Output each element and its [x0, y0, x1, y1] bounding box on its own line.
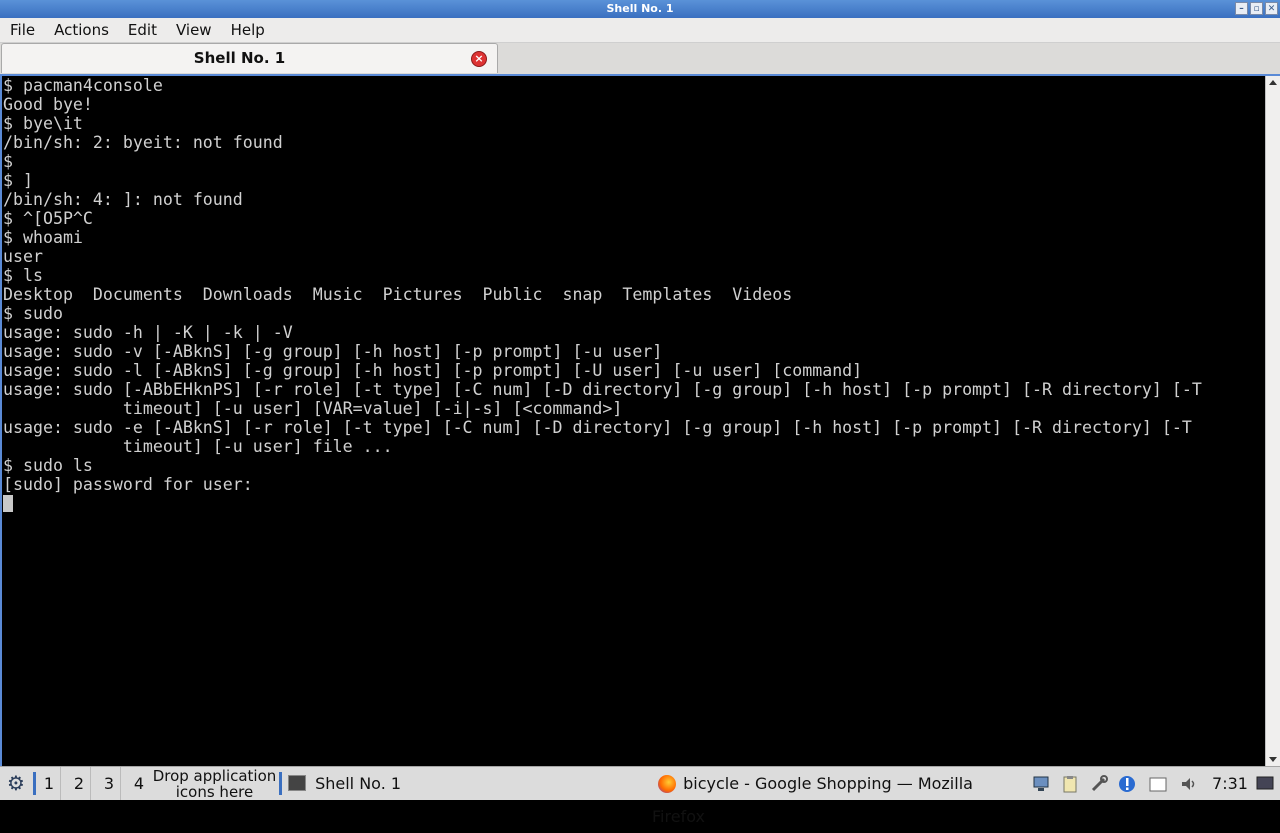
terminal-line: $ whoami [3, 228, 83, 247]
terminal-cursor-line [3, 494, 1265, 513]
terminal-line: usage: sudo [-ABbEHknPS] [-r role] [-t t… [3, 380, 1202, 399]
terminal-line: $ ls [3, 266, 43, 285]
start-menu-icon[interactable]: ⚙ [2, 767, 30, 800]
drop-text-line-2: icons here [175, 783, 254, 801]
update-icon[interactable] [1118, 775, 1136, 793]
tab-bar: Shell No. 1 × [0, 43, 1280, 74]
terminal-line: $ ^[O5P^C [3, 209, 93, 228]
drop-text-line-1: Drop application [152, 767, 277, 785]
firefox-icon [658, 775, 676, 793]
taskbar-separator [33, 772, 36, 795]
tab-shell-1[interactable]: Shell No. 1 × [1, 43, 498, 73]
volume-icon[interactable] [1180, 775, 1198, 793]
menu-bar: File Actions Edit View Help [0, 18, 1280, 43]
terminal-line: /bin/sh: 4: ]: not found [3, 190, 243, 209]
tools-icon[interactable] [1090, 775, 1108, 793]
desktop-2-button[interactable]: 2 [68, 767, 91, 800]
terminal-line: $ bye\it [3, 114, 83, 133]
menu-actions[interactable]: Actions [44, 21, 118, 39]
launcher-drop-area[interactable]: Drop application icons here [152, 768, 277, 800]
terminal-line: Good bye! [3, 95, 93, 114]
close-window-button[interactable]: ✕ [1265, 2, 1278, 15]
show-desktop-icon[interactable] [1256, 775, 1274, 793]
terminal-cursor [3, 495, 13, 512]
window-controls: – ▫ ✕ [1235, 2, 1278, 15]
scroll-up-icon[interactable] [1269, 80, 1277, 85]
desktop-1-button[interactable]: 1 [38, 767, 61, 800]
terminal-scrollbar[interactable] [1265, 76, 1280, 766]
task-shell-label: Shell No. 1 [315, 774, 402, 793]
window-title: Shell No. 1 [606, 2, 674, 15]
terminal-output[interactable]: $ pacman4console Good bye! $ bye\it/bin/sh… [0, 76, 1265, 766]
tab-close-icon[interactable]: × [471, 51, 487, 67]
menu-edit[interactable]: Edit [118, 21, 166, 39]
tab-label: Shell No. 1 [193, 49, 286, 67]
minimize-button[interactable]: – [1235, 2, 1248, 15]
menu-help[interactable]: Help [221, 21, 274, 39]
terminal-icon [288, 775, 306, 791]
terminal-line: usage: sudo -v [-ABknS] [-g group] [-h h… [3, 342, 663, 361]
terminal-line: usage: sudo -e [-ABknS] [-r role] [-t ty… [3, 418, 1192, 437]
menu-view[interactable]: View [166, 21, 221, 39]
terminal-line: timeout] [-u user] file ... [3, 437, 393, 456]
task-shell[interactable]: Shell No. 1 [282, 767, 642, 800]
terminal-line: $ pacman4console [3, 76, 163, 95]
clock[interactable]: 7:31 [1210, 767, 1250, 800]
scroll-down-icon[interactable] [1269, 757, 1277, 762]
terminal-line: Desktop Documents Downloads Music Pictur… [3, 285, 793, 304]
task-firefox[interactable]: bicycle - Google Shopping — Mozilla Fire… [652, 767, 1022, 826]
terminal-line: usage: sudo -h | -K | -k | -V [3, 323, 293, 342]
maximize-button[interactable]: ▫ [1250, 2, 1263, 15]
terminal-line: usage: sudo -l [-ABknS] [-g group] [-h h… [3, 361, 863, 380]
terminal-line: user [3, 247, 43, 266]
terminal-line: $ [3, 152, 13, 171]
taskbar: ⚙ 1 2 3 4 Drop application icons here Sh… [0, 766, 1280, 826]
terminal-line: $ ] [3, 171, 33, 190]
clipboard-icon[interactable] [1061, 775, 1079, 793]
menu-file[interactable]: File [0, 21, 44, 39]
terminal-line: $ sudo [3, 304, 63, 323]
desktop-4-button[interactable]: 4 [128, 767, 150, 800]
terminal-text: $ pacman4console Good bye! $ bye\it/bin/sh… [2, 76, 1265, 513]
terminal-line: $ sudo ls [3, 456, 93, 475]
terminal-line: /bin/sh: 2: byeit: not found [3, 133, 283, 152]
task-firefox-label: bicycle - Google Shopping — Mozilla Fire… [652, 774, 973, 826]
network-icon[interactable] [1032, 775, 1050, 793]
window-titlebar[interactable]: Shell No. 1 – ▫ ✕ [0, 0, 1280, 18]
desktop-3-button[interactable]: 3 [98, 767, 121, 800]
terminal-line: timeout] [-u user] [VAR=value] [-i|-s] [… [3, 399, 623, 418]
terminal-line: [sudo] password for user: [3, 475, 253, 494]
notes-icon[interactable] [1149, 775, 1167, 793]
